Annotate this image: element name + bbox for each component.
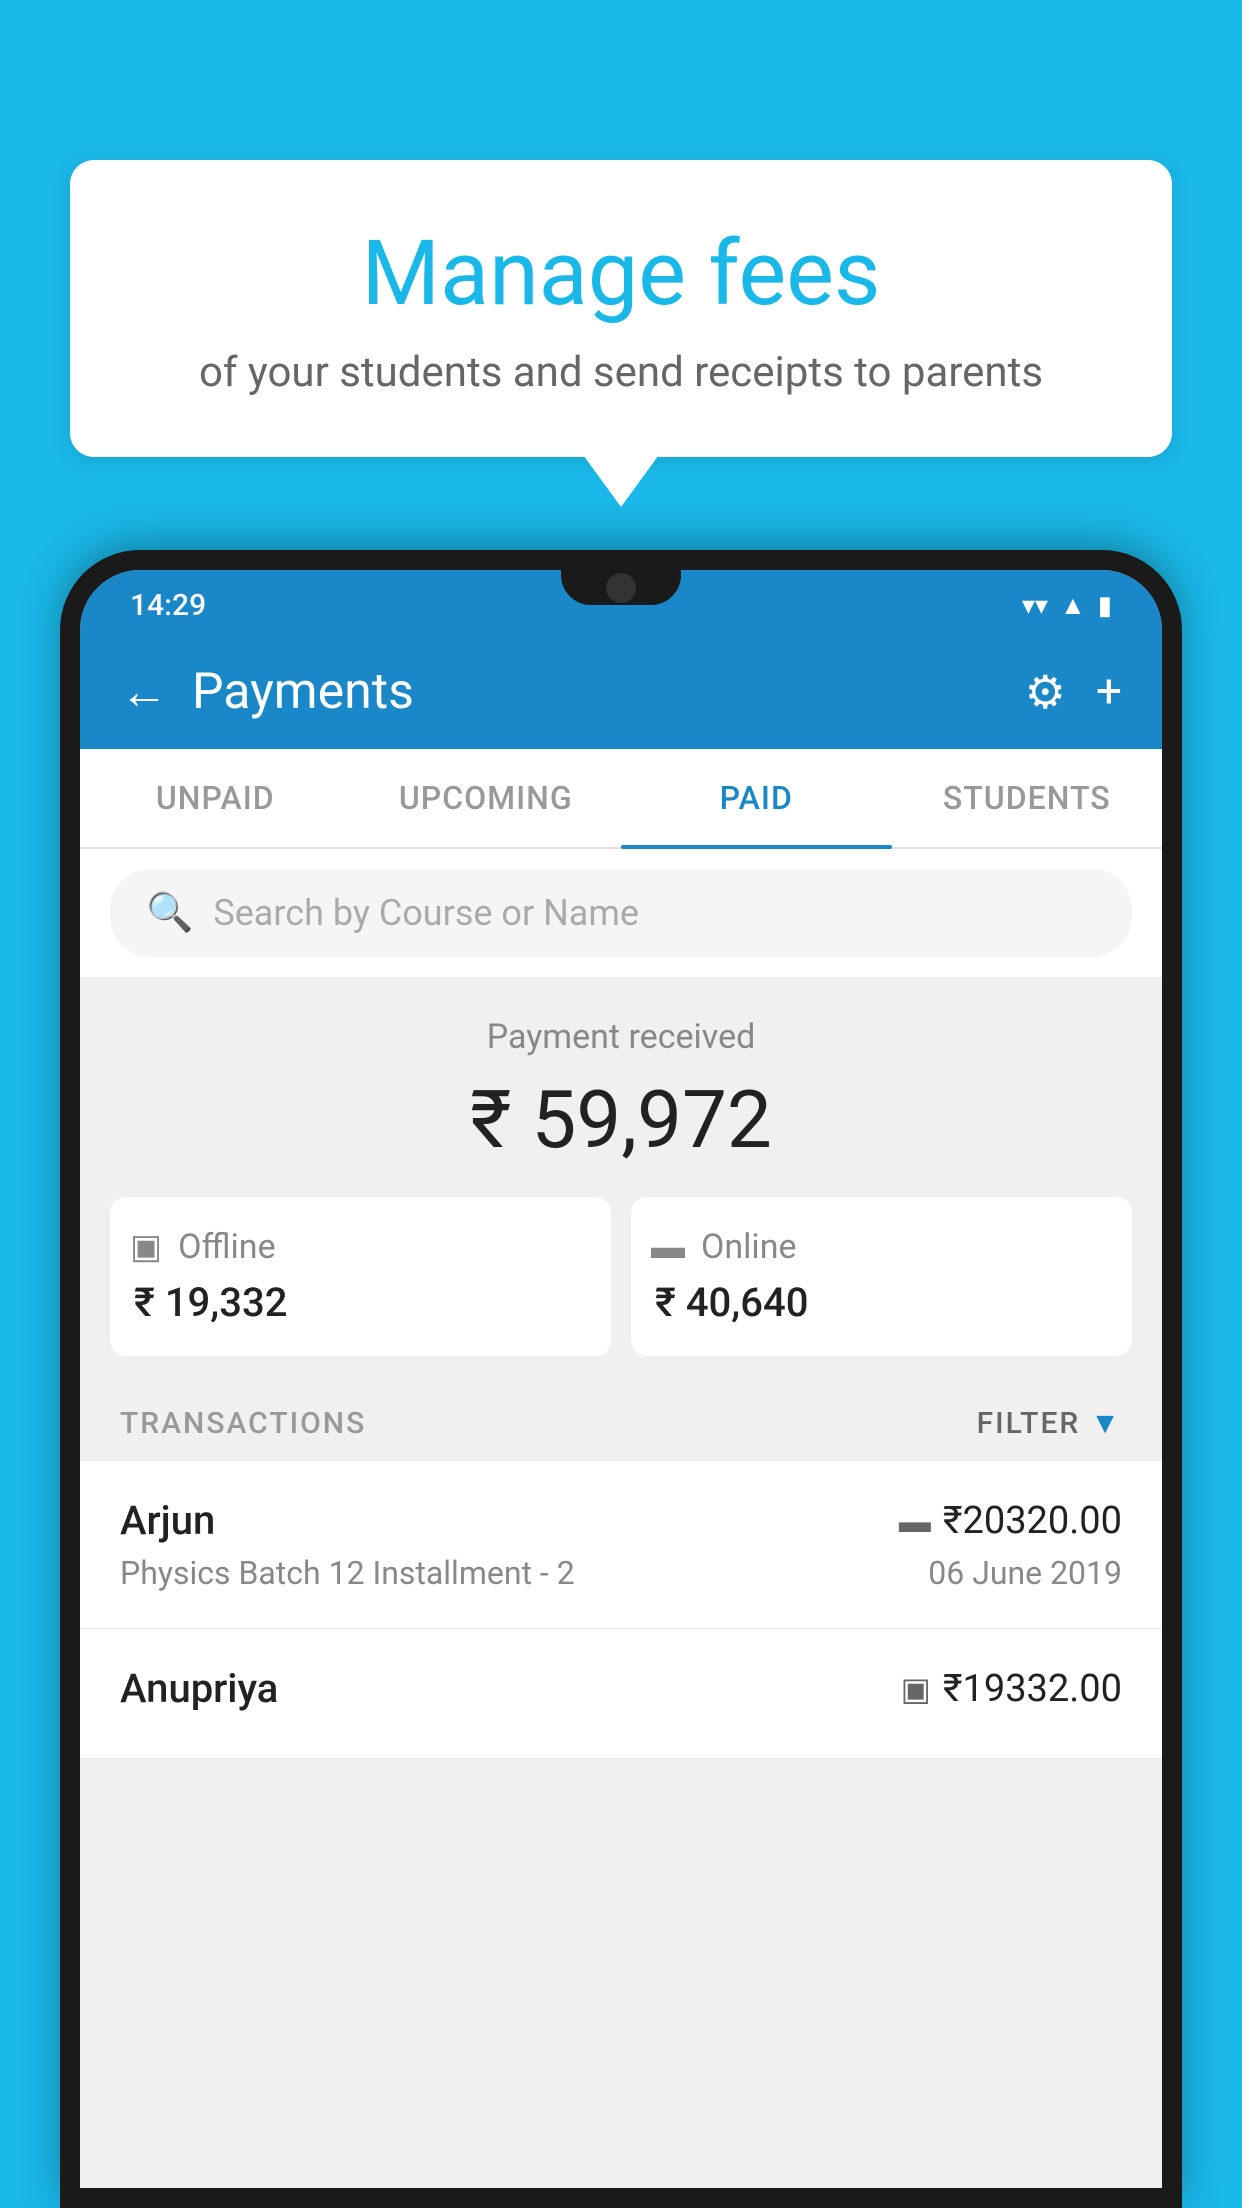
tab-students[interactable]: STUDENTS (892, 749, 1163, 847)
speech-bubble-container: Manage fees of your students and send re… (70, 160, 1172, 457)
tabs-bar: UNPAID UPCOMING PAID STUDENTS (80, 749, 1162, 849)
status-time: 14:29 (130, 588, 206, 623)
transaction-row[interactable]: Anupriya ▣ ₹19332.00 (80, 1629, 1162, 1759)
tab-paid[interactable]: PAID (621, 749, 892, 847)
payment-type-icon: ▬ (899, 1502, 931, 1540)
speech-bubble-subtitle: of your students and send receipts to pa… (110, 348, 1132, 397)
online-card: ▬ Online ₹ 40,640 (631, 1197, 1132, 1356)
offline-label: Offline (178, 1227, 275, 1267)
online-icon: ▬ (651, 1227, 685, 1267)
offline-amount: ₹ 19,332 (130, 1279, 287, 1326)
speech-bubble-title: Manage fees (110, 220, 1132, 328)
header-right: ⚙ + (1025, 665, 1122, 720)
transaction-amount: ₹20320.00 (943, 1499, 1122, 1543)
header-left: ← Payments (120, 663, 414, 721)
search-container: 🔍 Search by Course or Name (80, 849, 1162, 977)
battery-icon: ▮ (1098, 591, 1112, 621)
payment-cards: ▣ Offline ₹ 19,332 ▬ Online ₹ 40,640 (110, 1197, 1132, 1356)
camera-dot (606, 573, 636, 603)
transaction-name: Arjun (120, 1497, 215, 1544)
payment-received-label: Payment received (110, 1017, 1132, 1057)
transaction-amount-wrap: ▬ ₹20320.00 (899, 1499, 1122, 1543)
notch-cutout (561, 570, 681, 605)
transaction-top: Anupriya ▣ ₹19332.00 (120, 1665, 1122, 1712)
transaction-amount: ₹19332.00 (943, 1667, 1122, 1711)
transaction-course: Physics Batch 12 Installment - 2 (120, 1554, 575, 1592)
transactions-label: TRANSACTIONS (120, 1406, 366, 1441)
page-title: Payments (192, 663, 414, 721)
tab-upcoming[interactable]: UPCOMING (351, 749, 622, 847)
app-header: ← Payments ⚙ + (80, 635, 1162, 749)
wifi-icon: ▾▾ (1022, 591, 1048, 621)
settings-icon[interactable]: ⚙ (1025, 665, 1066, 720)
online-card-top: ▬ Online (651, 1227, 797, 1267)
offline-icon: ▣ (130, 1227, 162, 1267)
transaction-amount-wrap: ▣ ₹19332.00 (901, 1667, 1122, 1711)
online-amount: ₹ 40,640 (651, 1279, 808, 1326)
payment-summary: Payment received ₹ 59,972 ▣ Offline ₹ 19… (80, 977, 1162, 1386)
search-bar[interactable]: 🔍 Search by Course or Name (110, 869, 1132, 957)
online-label: Online (701, 1227, 797, 1267)
transaction-bottom: Physics Batch 12 Installment - 2 06 June… (120, 1554, 1122, 1592)
status-bar: 14:29 ▾▾ ▲ ▮ (80, 570, 1162, 635)
transaction-date: 06 June 2019 (928, 1554, 1122, 1592)
status-icons: ▾▾ ▲ ▮ (1022, 590, 1112, 621)
signal-icon: ▲ (1060, 590, 1086, 621)
back-button[interactable]: ← (120, 668, 168, 716)
offline-card: ▣ Offline ₹ 19,332 (110, 1197, 611, 1356)
phone-screen: 14:29 ▾▾ ▲ ▮ ← Payments ⚙ + UNPAID UPCOM… (80, 570, 1162, 2188)
search-input[interactable]: Search by Course or Name (213, 892, 639, 934)
phone-frame: 14:29 ▾▾ ▲ ▮ ← Payments ⚙ + UNPAID UPCOM… (60, 550, 1182, 2208)
payment-type-icon: ▣ (901, 1670, 931, 1708)
filter-label: FILTER (977, 1406, 1081, 1441)
offline-card-top: ▣ Offline (130, 1227, 276, 1267)
transactions-header: TRANSACTIONS FILTER ▼ (80, 1386, 1162, 1461)
search-icon: 🔍 (146, 891, 193, 935)
transaction-row[interactable]: Arjun ▬ ₹20320.00 Physics Batch 12 Insta… (80, 1461, 1162, 1629)
filter-icon: ▼ (1090, 1406, 1122, 1441)
filter-button[interactable]: FILTER ▼ (977, 1406, 1122, 1441)
speech-bubble: Manage fees of your students and send re… (70, 160, 1172, 457)
payment-total-amount: ₹ 59,972 (110, 1073, 1132, 1167)
tab-unpaid[interactable]: UNPAID (80, 749, 351, 847)
transaction-name: Anupriya (120, 1665, 278, 1712)
transaction-top: Arjun ▬ ₹20320.00 (120, 1497, 1122, 1544)
add-icon[interactable]: + (1096, 665, 1122, 719)
